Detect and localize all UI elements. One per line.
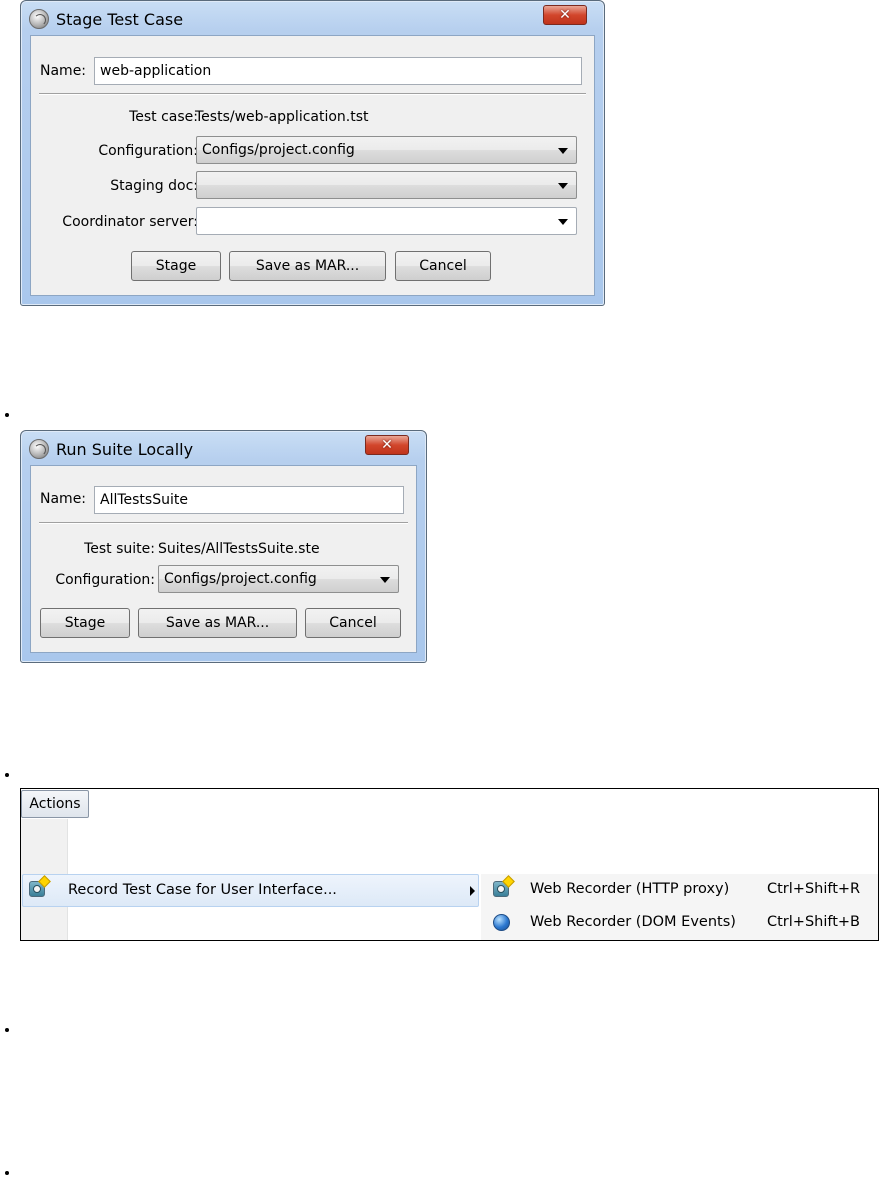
test-suite-label: Test suite: <box>84 541 155 557</box>
staging-doc-select[interactable] <box>196 171 577 199</box>
separator <box>39 93 586 95</box>
dialog-body: Name: AllTestsSuite Test suite: Suites/A… <box>30 465 417 653</box>
chevron-down-icon <box>380 577 390 583</box>
configuration-select-value: Configs/project.config <box>164 571 317 587</box>
submenu-item-label: Web Recorder (HTTP proxy) <box>530 881 730 897</box>
close-button[interactable]: ✕ <box>365 435 409 455</box>
stage-test-case-dialog: Stage Test Case ✕ Name: web-application … <box>20 0 605 306</box>
name-label: Name: <box>40 63 87 79</box>
submenu-item-shortcut: Ctrl+Shift+B <box>767 914 861 930</box>
chevron-down-icon <box>558 183 568 189</box>
name-input-value: web-application <box>100 63 212 79</box>
actions-menu-screenshot: Actions Record Test Case for User Interf… <box>20 788 879 941</box>
name-label: Name: <box>40 491 87 507</box>
cancel-button[interactable]: Cancel <box>305 608 401 638</box>
recorder-icon <box>493 881 509 897</box>
dialog-title: Stage Test Case <box>56 9 184 29</box>
menu-item-label: Record Test Case for User Interface... <box>68 882 337 898</box>
list-bullet <box>5 773 9 777</box>
stage-button[interactable]: Stage <box>40 608 130 638</box>
save-as-mar-button[interactable]: Save as MAR... <box>138 608 297 638</box>
save-as-mar-button[interactable]: Save as MAR... <box>229 251 386 281</box>
test-case-value: Tests/web-application.tst <box>195 109 369 125</box>
separator <box>39 522 408 524</box>
list-bullet <box>5 413 9 417</box>
name-input[interactable]: web-application <box>94 57 582 85</box>
dialog-titlebar: Run Suite Locally <box>29 433 418 465</box>
coordinator-server-label: Coordinator server: <box>62 214 198 230</box>
app-icon <box>29 9 49 29</box>
configuration-label: Configuration: <box>98 143 198 159</box>
submenu-item-label: Web Recorder (DOM Events) <box>530 914 736 930</box>
actions-menu-button[interactable]: Actions <box>21 790 89 818</box>
name-input[interactable]: AllTestsSuite <box>94 486 404 514</box>
dialog-body: Name: web-application Test case: Tests/w… <box>30 35 595 296</box>
close-icon: ✕ <box>559 7 571 23</box>
run-suite-locally-dialog: Run Suite Locally ✕ Name: AllTestsSuite … <box>20 430 427 663</box>
name-input-value: AllTestsSuite <box>100 492 188 508</box>
staging-doc-label: Staging doc: <box>110 178 198 194</box>
chevron-down-icon <box>558 148 568 154</box>
configuration-select[interactable]: Configs/project.config <box>196 136 577 164</box>
test-case-label: Test case: <box>129 109 198 125</box>
globe-icon <box>493 914 510 931</box>
dialog-title: Run Suite Locally <box>56 439 194 459</box>
stage-button[interactable]: Stage <box>131 251 221 281</box>
coordinator-server-select[interactable] <box>196 207 577 235</box>
close-icon: ✕ <box>381 437 393 453</box>
close-button[interactable]: ✕ <box>543 5 587 25</box>
list-bullet <box>5 1171 9 1175</box>
configuration-select-value: Configs/project.config <box>202 142 355 158</box>
cancel-button[interactable]: Cancel <box>395 251 491 281</box>
list-bullet <box>5 1028 9 1032</box>
configuration-label: Configuration: <box>55 572 155 588</box>
chevron-down-icon <box>558 219 568 225</box>
chevron-right-icon <box>470 886 475 896</box>
configuration-select[interactable]: Configs/project.config <box>158 565 399 593</box>
dialog-titlebar: Stage Test Case <box>29 3 596 35</box>
submenu-item-shortcut: Ctrl+Shift+R <box>767 881 861 897</box>
test-suite-value: Suites/AllTestsSuite.ste <box>158 541 320 557</box>
recorder-icon <box>29 881 45 897</box>
app-icon <box>29 439 49 459</box>
